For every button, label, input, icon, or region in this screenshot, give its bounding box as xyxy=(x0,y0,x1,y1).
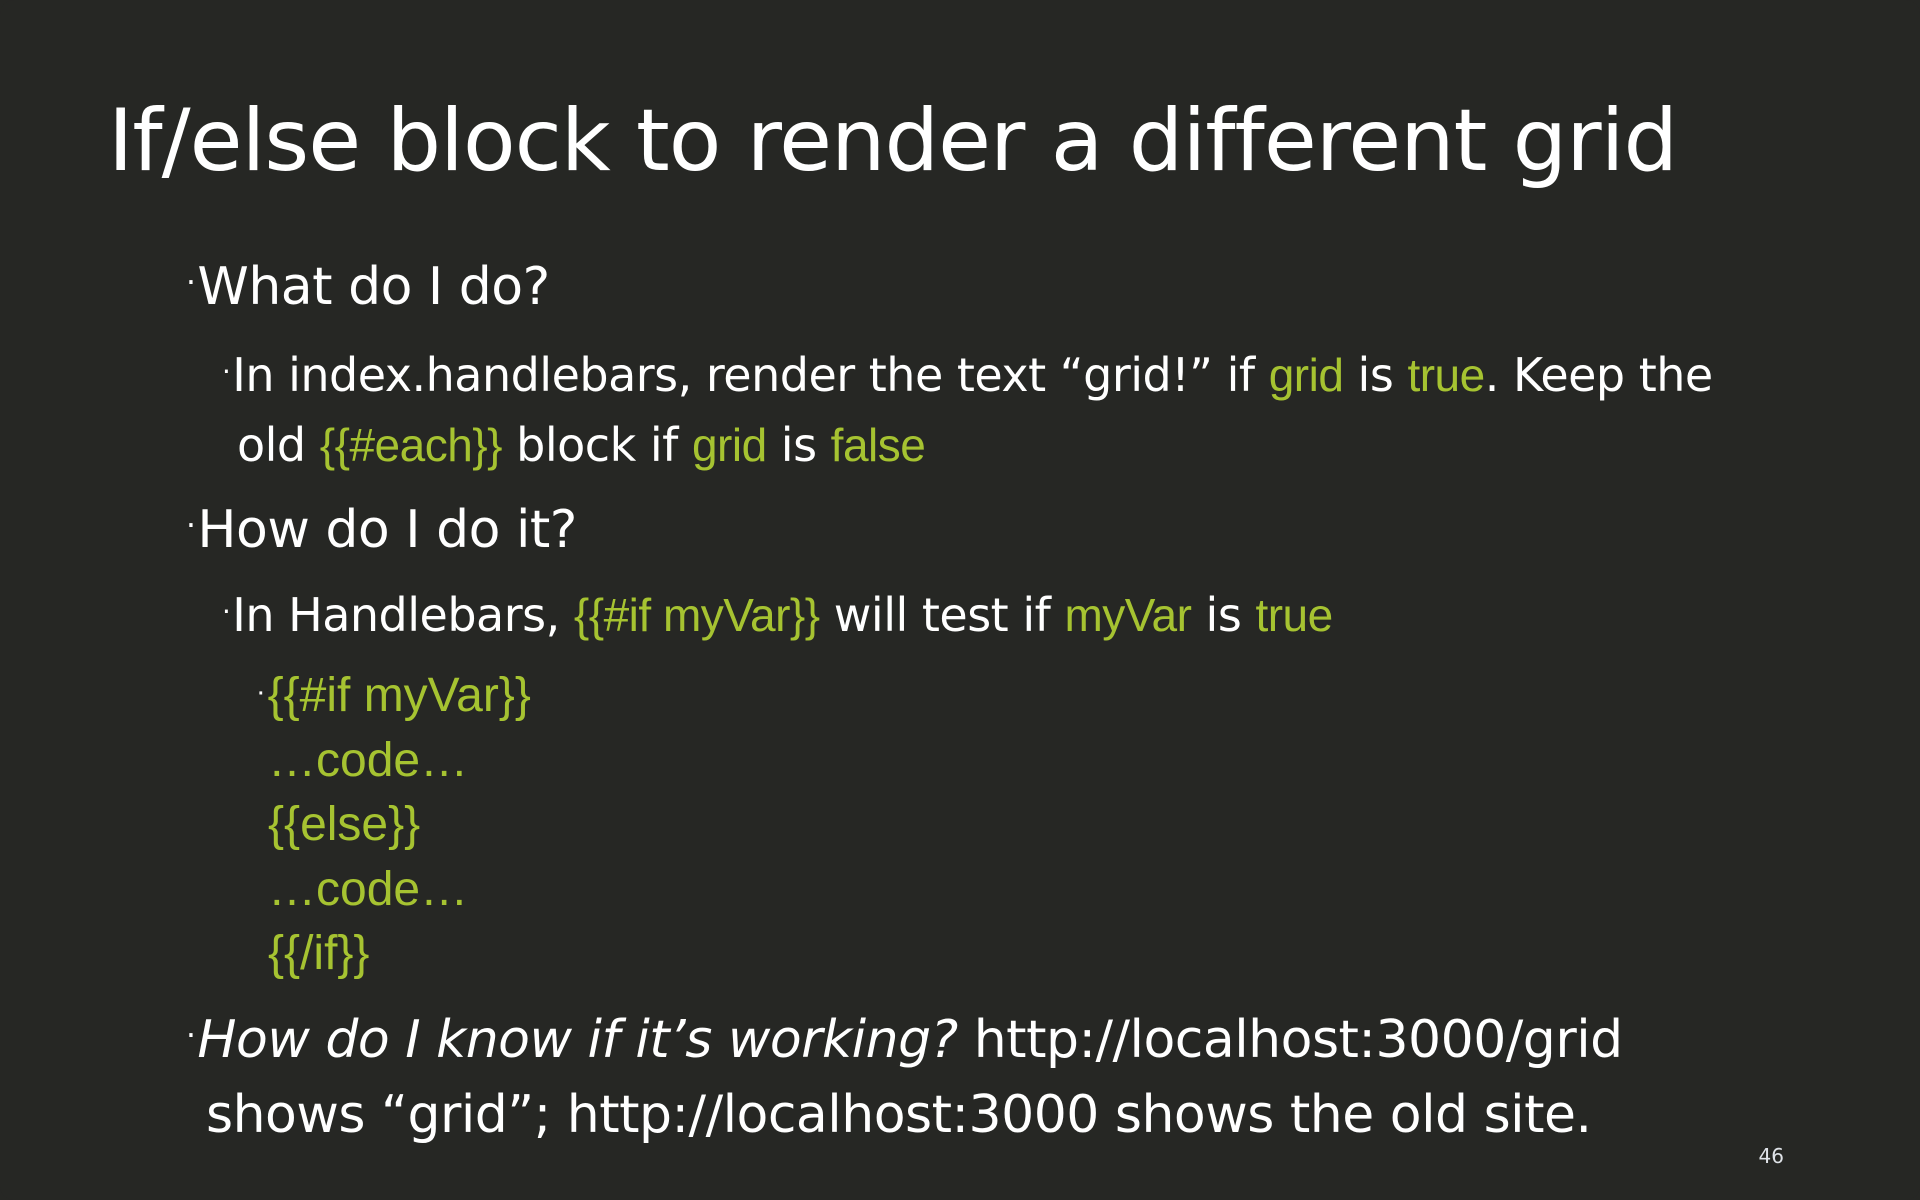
code-line-if: ·{{#if myVar}} xyxy=(256,668,531,723)
sub-bullet-index-line1: ·In index.handlebars, render the text “g… xyxy=(222,348,1713,402)
sub-text: . Keep the xyxy=(1484,348,1714,402)
bullet-text: What do I do? xyxy=(197,257,550,317)
sub-text: block if xyxy=(502,418,692,472)
sub-text: will test if xyxy=(819,588,1065,642)
code-line-else: {{else}} xyxy=(268,798,421,851)
bullet-dot: · xyxy=(222,595,231,629)
bullet-what-do-i-do: ·What do I do? xyxy=(186,257,550,317)
code-line-endif: {{/if}} xyxy=(268,927,370,980)
bullet-dot: · xyxy=(186,508,196,545)
code-line-code2: …code… xyxy=(268,863,469,916)
bullet-dot: · xyxy=(256,675,266,708)
sub-text: is xyxy=(1191,588,1256,642)
bullet-how-do-i-know-line1: ·How do I know if it’s working? http://l… xyxy=(186,1010,1623,1070)
code-true: true xyxy=(1407,349,1485,401)
bullet-dot: · xyxy=(186,265,196,302)
code-myvar: myVar xyxy=(1064,589,1192,641)
code-false: false xyxy=(830,419,926,471)
slide-title: If/else block to render a different grid xyxy=(108,91,1678,191)
code-grid: grid xyxy=(691,419,767,471)
sub-bullet-index-line2: old {{#each}} block if grid is false xyxy=(237,418,926,472)
code-text: {{#if myVar}} xyxy=(267,669,531,722)
code-true: true xyxy=(1255,589,1333,641)
page-number: 46 xyxy=(1758,1144,1784,1168)
code-line-code1: …code… xyxy=(268,734,469,787)
sub-text: is xyxy=(1343,348,1408,402)
sub-text: old xyxy=(237,418,320,472)
code-if-myvar: {{#if myVar}} xyxy=(573,589,820,641)
bullet-text: http://localhost:3000/grid xyxy=(957,1010,1623,1070)
slide: If/else block to render a different grid… xyxy=(0,0,1920,1200)
code-each: {{#each}} xyxy=(319,419,503,471)
sub-text: In Handlebars, xyxy=(232,588,574,642)
bullet-how-do-i-do-it: ·How do I do it? xyxy=(186,500,577,560)
bullet-dot: · xyxy=(186,1018,196,1055)
bullet-dot: · xyxy=(222,355,231,389)
sub-text: In index.handlebars, render the text “gr… xyxy=(232,348,1269,402)
sub-bullet-handlebars-if: ·In Handlebars, {{#if myVar}} will test … xyxy=(222,588,1333,642)
italic-question: How do I know if it’s working? xyxy=(197,1010,958,1070)
bullet-how-do-i-know-line2: shows “grid”; http://localhost:3000 show… xyxy=(206,1085,1592,1145)
sub-text: is xyxy=(766,418,831,472)
code-grid: grid xyxy=(1268,349,1344,401)
bullet-text: How do I do it? xyxy=(197,500,577,560)
